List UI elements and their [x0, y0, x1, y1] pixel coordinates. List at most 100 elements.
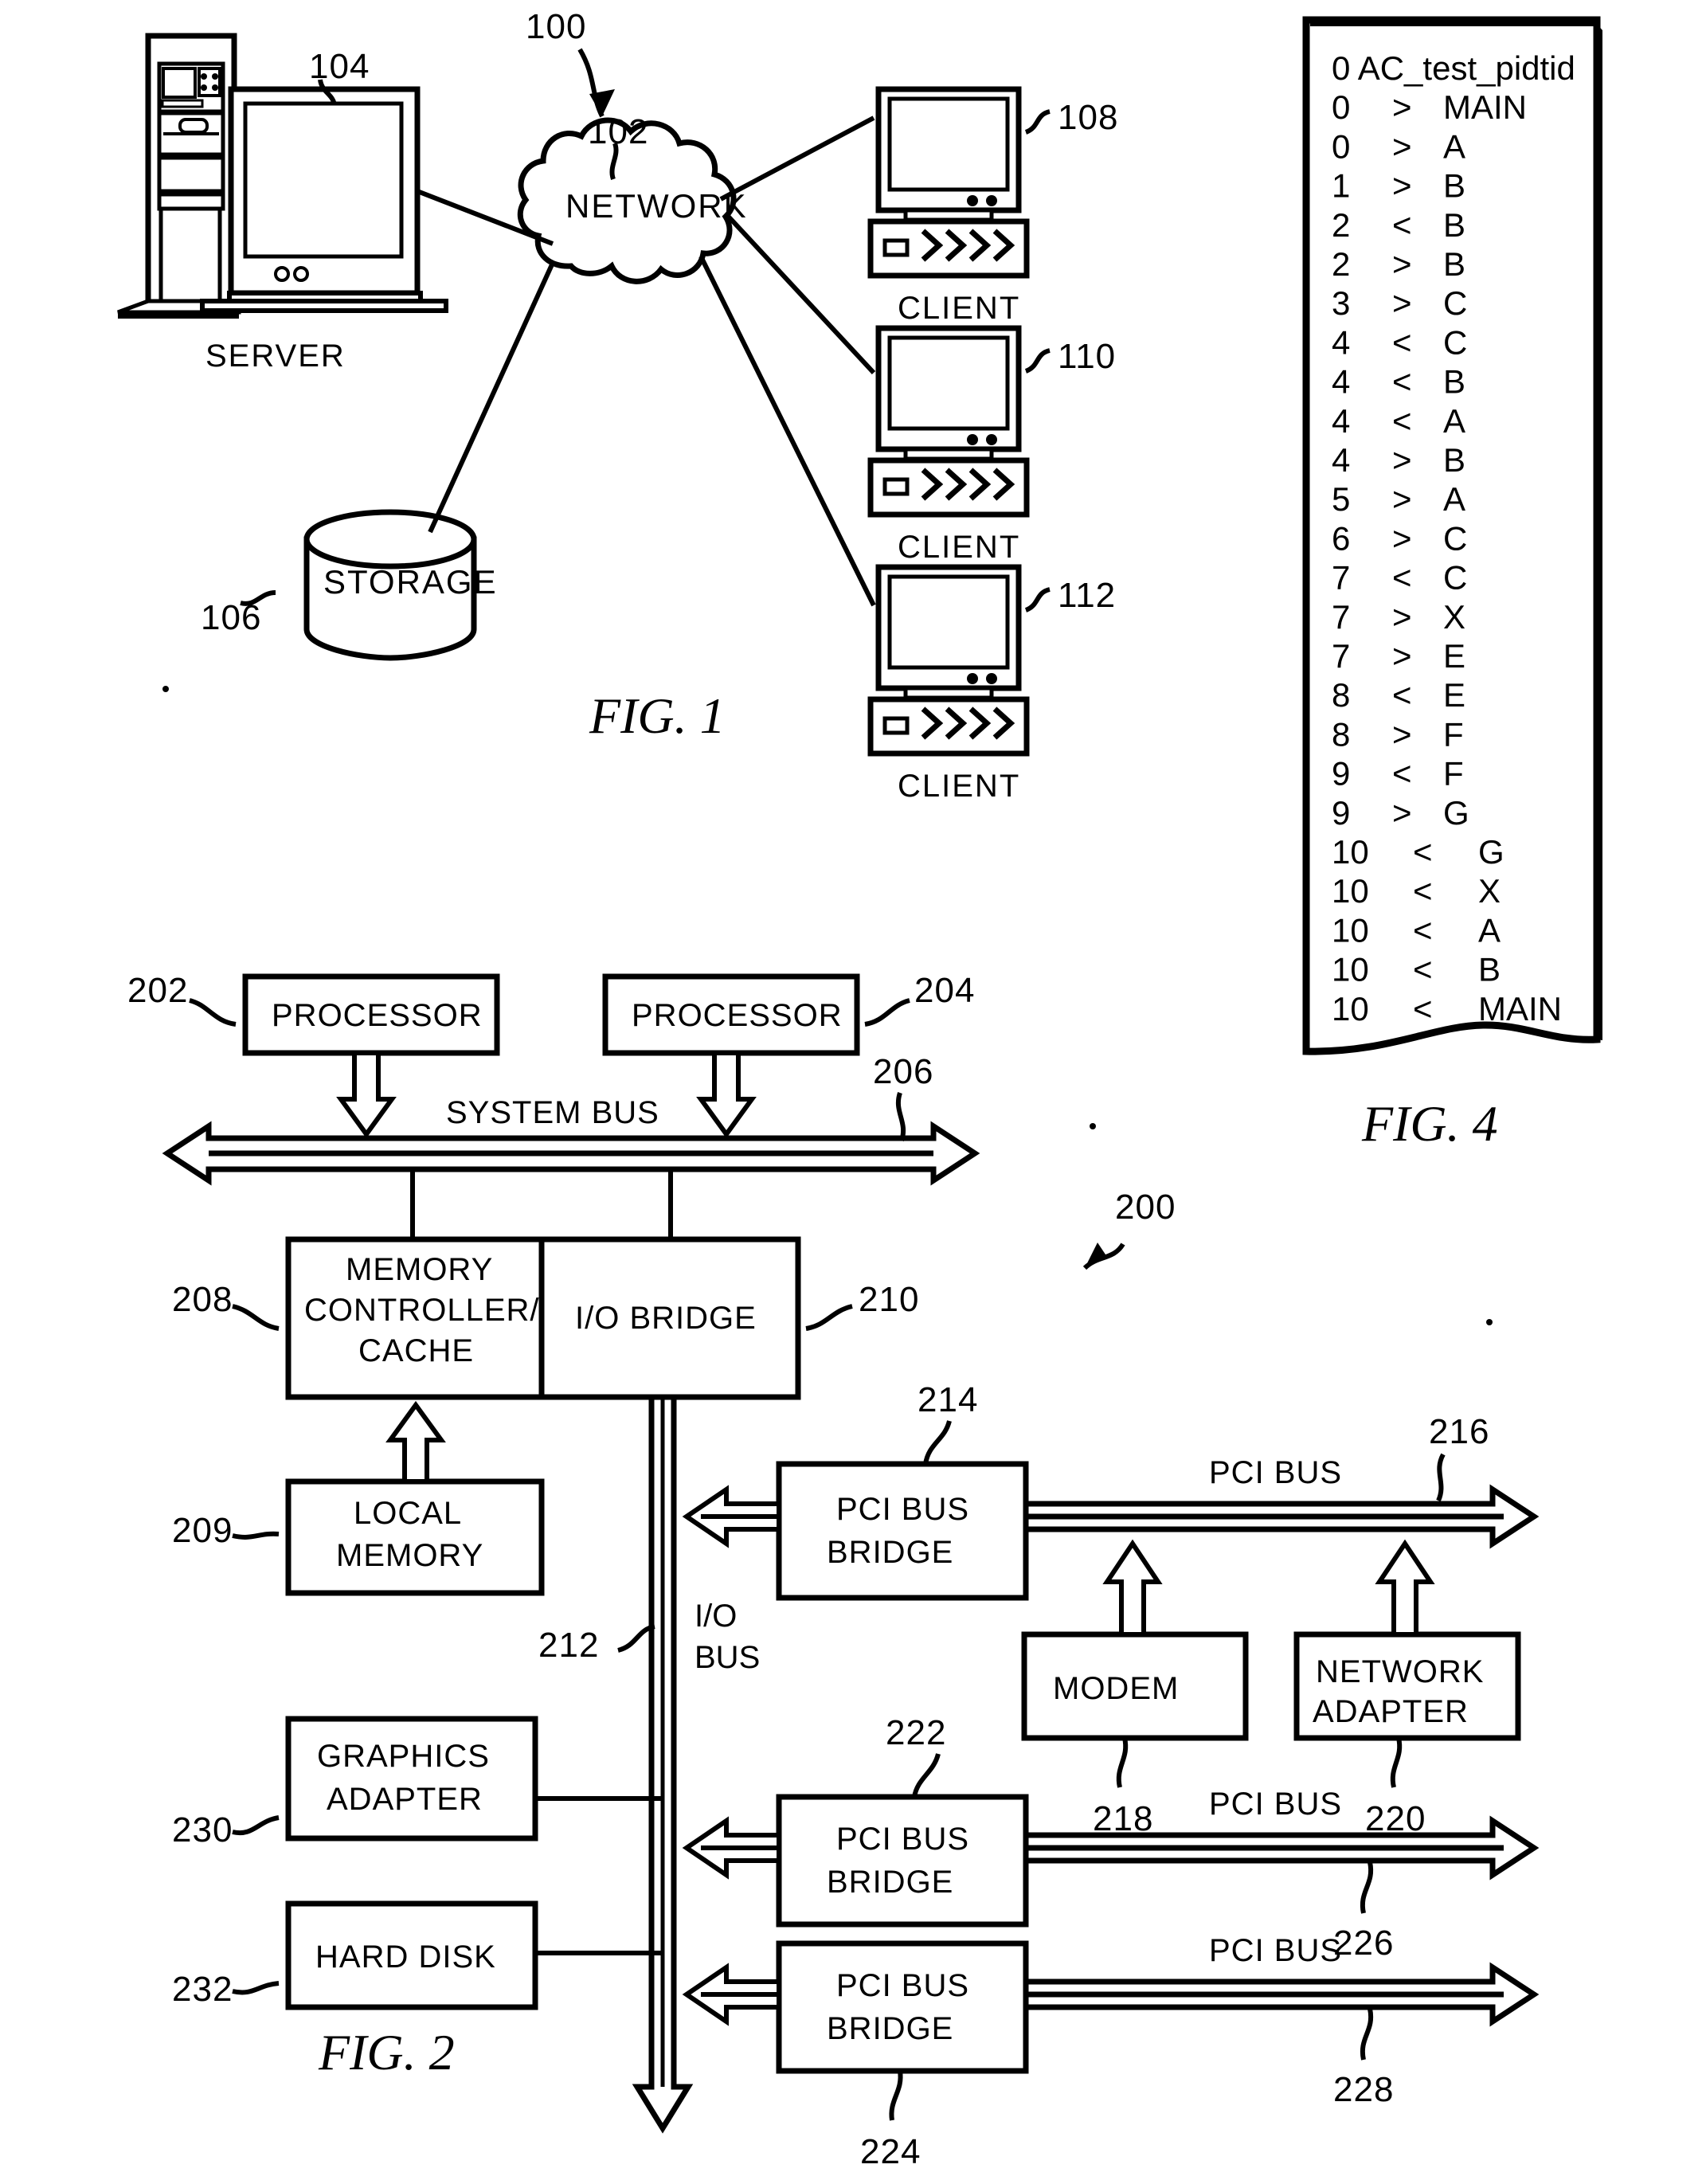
fig2-system-ref-arrow	[1082, 1243, 1125, 1270]
pci-bus-216-label: PCI BUS	[1209, 1455, 1342, 1490]
block-network-adapter-220-line2: ADAPTER	[1313, 1694, 1469, 1729]
block-modem-218-label: MODEM	[1053, 1671, 1179, 1706]
pci-bus-228-label: PCI BUS	[1209, 1933, 1342, 1968]
fig4-line-3-num: 2	[1332, 206, 1350, 244]
fig4-line-12-name: C	[1443, 559, 1467, 597]
ref-226: 226	[1333, 1924, 1394, 1963]
ref-212: 212	[538, 1626, 599, 1665]
block-processor-202-label: PROCESSOR	[272, 998, 483, 1033]
network-label: NETWORK	[565, 187, 748, 225]
ref-204: 204	[914, 971, 975, 1010]
ref-102: 102	[588, 112, 648, 151]
ref-210-leader	[805, 1304, 853, 1331]
fig4-line-5-dir: >	[1392, 284, 1412, 322]
fig4-line-18-dir: >	[1392, 794, 1412, 832]
storage-cylinder-icon: STORAGE	[303, 509, 496, 661]
ref-222-leader	[912, 1753, 941, 1798]
io-bus-label-line1: I/O	[695, 1599, 737, 1634]
fig4-line-22-num: 10	[1332, 951, 1369, 988]
io-bus-212	[632, 1394, 694, 2134]
fig4-line-8-num: 4	[1332, 402, 1350, 440]
ref-210: 210	[859, 1280, 919, 1319]
ref-224-leader	[889, 2070, 903, 2121]
fig4-line-10-num: 5	[1332, 480, 1350, 518]
server-label: SERVER	[205, 339, 346, 374]
fig4-line-15-dir: <	[1392, 676, 1412, 714]
fig4-line-0-num: 0	[1332, 88, 1350, 126]
patent-drawing-sheet: SERVER NETWORK STORAGE CLIENT CLIENT CLI…	[0, 0, 1706, 2184]
ref-110-leader	[1024, 348, 1051, 374]
pci-bus-216	[1023, 1484, 1540, 1549]
io-bus-label-line2: BUS	[695, 1640, 760, 1675]
fig4-line-1-num: 0	[1332, 127, 1350, 165]
fig4-line-13-name: X	[1443, 598, 1465, 636]
fig4-line-11-num: 6	[1332, 519, 1350, 557]
fig1-caption: FIG. 1	[589, 687, 726, 744]
stray-dot-2	[1090, 1123, 1096, 1129]
ref-208: 208	[172, 1280, 233, 1319]
block-io-bridge-210-label: I/O BRIDGE	[575, 1301, 757, 1336]
fig4-line-17-num: 9	[1332, 755, 1350, 793]
block-local-memory-209-line1: LOCAL	[354, 1496, 462, 1531]
fig4-line-17-dir: <	[1392, 755, 1412, 793]
ref-232-leader	[232, 1981, 280, 1995]
fig4-line-16-dir: >	[1392, 715, 1412, 753]
ref-232: 232	[172, 1970, 233, 2009]
fig4-line-0-name: MAIN	[1443, 88, 1527, 126]
client-108-label: CLIENT	[898, 291, 1020, 326]
fig4-line-22-dir: <	[1413, 951, 1433, 988]
client-112-label: CLIENT	[898, 769, 1020, 804]
fig4-listing-title: 0 AC_test_pidtid	[1332, 49, 1575, 87]
block-processor-204-label: PROCESSOR	[632, 998, 843, 1033]
fig4-line-0-dir: >	[1392, 88, 1412, 126]
ref-216: 216	[1429, 1412, 1489, 1451]
block-pci-bus-bridge-224-line2: BRIDGE	[827, 2011, 953, 2046]
block-memory-controller-208-line1: MEMORY	[346, 1252, 493, 1287]
pci-bridge-222-to-iobus-arrow	[682, 1816, 781, 1880]
ref-200: 200	[1115, 1188, 1176, 1227]
stray-dot-3	[1486, 1319, 1493, 1325]
fig4-line-4-name: B	[1443, 245, 1465, 283]
fig4-line-9-dir: >	[1392, 441, 1412, 479]
ref-214-leader	[923, 1420, 952, 1465]
ref-110: 110	[1058, 337, 1116, 376]
ref-218-leader	[1116, 1737, 1129, 1788]
ref-209: 209	[172, 1511, 233, 1550]
block-memory-controller-208-line2: CONTROLLER/	[304, 1293, 540, 1328]
fig4-line-1-name: A	[1443, 127, 1465, 165]
ref-222: 222	[886, 1713, 946, 1752]
pci-bus-228	[1023, 1962, 1540, 2027]
fig4-line-10-name: A	[1443, 480, 1465, 518]
client-112-icon	[871, 567, 1027, 753]
block-graphics-adapter-230-line2: ADAPTER	[327, 1782, 483, 1817]
block-pci-bus-bridge-224	[776, 1940, 1029, 2074]
fig4-line-6-num: 4	[1332, 323, 1350, 361]
block-graphics-adapter-230	[285, 1716, 538, 1842]
pci-bus-226-label: PCI BUS	[1209, 1787, 1342, 1822]
fig4-line-17-name: F	[1443, 755, 1464, 793]
fig4-line-18-name: G	[1443, 794, 1469, 832]
ref-108: 108	[1058, 98, 1118, 137]
fig4-line-13-dir: >	[1392, 598, 1412, 636]
fig4-line-9-name: B	[1443, 441, 1465, 479]
block-memory-controller-208-line3: CACHE	[358, 1333, 474, 1368]
fig4-line-21-name: A	[1478, 911, 1501, 949]
ref-202: 202	[127, 971, 188, 1010]
ref-208-leader	[232, 1304, 280, 1331]
ref-204-leader	[864, 998, 910, 1027]
fig4-line-7-dir: <	[1392, 363, 1412, 401]
fig1-system-ref-arrow	[577, 48, 615, 118]
local-memory-arrow	[385, 1400, 446, 1484]
processor-204-bus-arrow	[696, 1051, 757, 1139]
fig4-line-14-num: 7	[1332, 637, 1350, 675]
fig4-line-12-dir: <	[1392, 559, 1412, 597]
server-monitor-icon	[200, 86, 448, 313]
fig4-line-22-name: B	[1478, 951, 1501, 988]
ref-228-leader	[1360, 2008, 1374, 2061]
ref-106: 106	[201, 598, 261, 637]
block-pci-bus-bridge-214	[776, 1461, 1029, 1601]
ref-230-leader	[232, 1815, 280, 1836]
fig4-line-2-num: 1	[1332, 167, 1350, 205]
fig4-line-8-dir: <	[1392, 402, 1412, 440]
fig4-line-4-dir: >	[1392, 245, 1412, 283]
